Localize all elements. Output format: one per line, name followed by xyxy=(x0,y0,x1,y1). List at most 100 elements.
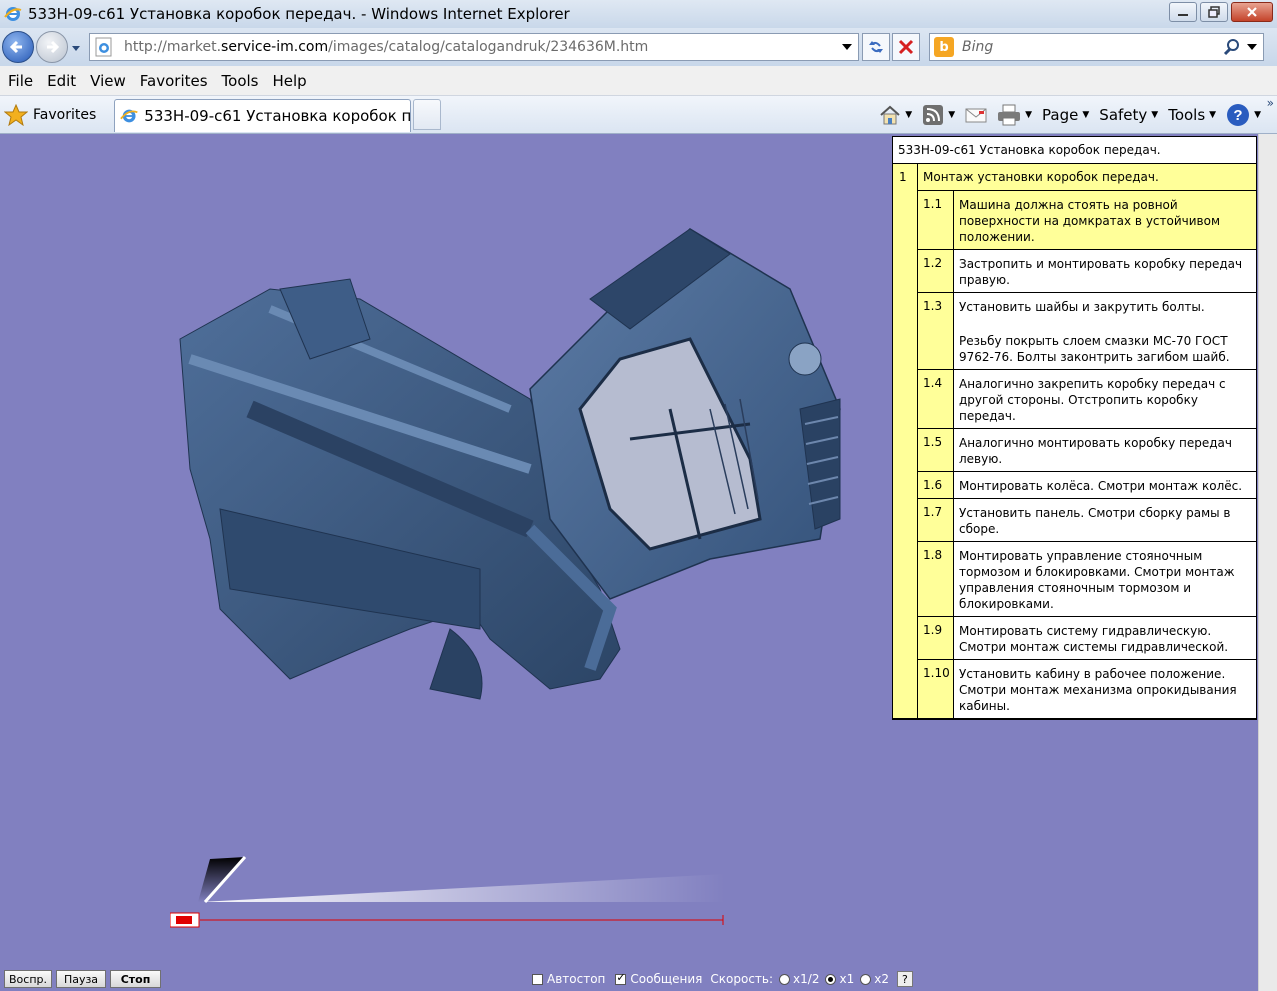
step-row[interactable]: 1.10 Установить кабину в рабочее положен… xyxy=(918,660,1256,718)
play-button[interactable]: Воспр. xyxy=(4,970,52,988)
step-row[interactable]: 1.4 Аналогично закрепить коробку передач… xyxy=(918,370,1256,429)
step-number: 1.1 xyxy=(918,191,954,249)
new-tab-button[interactable] xyxy=(413,99,441,130)
menu-bar: File Edit View Favorites Tools Help xyxy=(0,66,1277,96)
step-number: 1.4 xyxy=(918,370,954,428)
back-button[interactable] xyxy=(2,31,34,63)
help-menu-button[interactable]: ? ▼ xyxy=(1226,103,1261,127)
menu-tools[interactable]: Tools xyxy=(216,72,265,90)
speed-1-radio[interactable] xyxy=(825,973,837,985)
minimize-icon xyxy=(1178,14,1188,16)
step-text: Установить панель. Смотри сборку рамы в … xyxy=(959,506,1231,536)
speed-2-label: x2 xyxy=(874,972,889,986)
step-row[interactable]: 1.1 Машина должна стоять на ровной повер… xyxy=(918,191,1256,250)
page-menu-button[interactable]: Page ▼ xyxy=(1042,106,1089,124)
animation-timeline[interactable] xyxy=(170,854,730,934)
step-row[interactable]: 1.9 Монтировать систему гидравлическую. … xyxy=(918,617,1256,660)
ie-page-icon xyxy=(95,37,112,57)
restore-icon xyxy=(1208,6,1220,18)
step-row[interactable]: 1.6 Монтировать колёса. Смотри монтаж ко… xyxy=(918,472,1256,499)
playback-options: Автостоп Сообщения Скорость: x1/2 x1 x2 … xyxy=(532,971,913,987)
refresh-icon xyxy=(869,41,883,53)
step-text: Машина должна стоять на ровной поверхнос… xyxy=(959,198,1221,244)
search-placeholder: Bing xyxy=(962,39,994,55)
tools-menu-label: Tools xyxy=(1168,106,1206,124)
playback-controls: Воспр. Пауза Стоп Автостоп Сообщения Ско… xyxy=(0,967,1258,991)
tools-menu-button[interactable]: Tools ▼ xyxy=(1168,106,1216,124)
step-text: Установить шайбы и закрутить болты. Резь… xyxy=(954,293,1256,369)
safety-menu-label: Safety xyxy=(1099,106,1148,124)
minimize-button[interactable] xyxy=(1169,2,1197,22)
home-button[interactable]: ▼ xyxy=(879,105,912,125)
section-title[interactable]: Монтаж установки коробок передач. xyxy=(918,164,1256,191)
address-dropdown-icon[interactable] xyxy=(842,43,852,51)
favorites-button[interactable]: Favorites xyxy=(4,100,96,130)
menu-help[interactable]: Help xyxy=(267,72,313,90)
step-text-line: Установить шайбы и закрутить болты. xyxy=(959,300,1205,314)
feeds-dropdown-icon[interactable]: ▼ xyxy=(948,110,955,120)
arrow-right-icon xyxy=(47,40,60,54)
forward-button[interactable] xyxy=(36,31,68,63)
step-text: Аналогично монтировать коробку передач л… xyxy=(959,436,1232,466)
menu-file[interactable]: File xyxy=(2,72,39,90)
player-help-button[interactable]: ? xyxy=(896,971,913,987)
step-row[interactable]: 1.7 Установить панель. Смотри сборку рам… xyxy=(918,499,1256,542)
window-controls xyxy=(1166,2,1273,22)
step-number: 1.5 xyxy=(918,429,954,471)
stop-button[interactable] xyxy=(892,33,920,61)
menu-edit[interactable]: Edit xyxy=(41,72,82,90)
step-number: 1.7 xyxy=(918,499,954,541)
refresh-button[interactable] xyxy=(862,33,890,61)
search-box[interactable]: b Bing xyxy=(929,33,1264,61)
safety-menu-button[interactable]: Safety ▼ xyxy=(1099,106,1158,124)
favorites-label: Favorites xyxy=(33,107,97,123)
speed-2-radio[interactable] xyxy=(860,973,872,985)
print-dropdown-icon[interactable]: ▼ xyxy=(1025,110,1032,120)
pause-button[interactable]: Пауза xyxy=(56,970,106,988)
section-number: 1 xyxy=(899,170,907,184)
menu-view[interactable]: View xyxy=(84,72,132,90)
step-row[interactable]: 1.8 Монтировать управление стояночным то… xyxy=(918,542,1256,617)
search-dropdown-icon[interactable] xyxy=(1247,43,1257,51)
stop-playback-button[interactable]: Стоп xyxy=(110,970,161,988)
step-row[interactable]: 1.3 Установить шайбы и закрутить болты. … xyxy=(918,293,1256,370)
close-icon xyxy=(1247,7,1257,17)
step-number: 1.10 xyxy=(918,660,954,718)
print-button[interactable]: ▼ xyxy=(997,104,1032,126)
step-text: Монтировать систему гидравлическую. Смот… xyxy=(959,624,1229,654)
window-title: 533Н-09-с61 Установка коробок передач. -… xyxy=(28,5,570,23)
search-icon[interactable] xyxy=(1223,38,1241,56)
step-text: Монтировать управление стояночным тормоз… xyxy=(959,549,1235,611)
home-dropdown-icon[interactable]: ▼ xyxy=(905,110,912,120)
toolbar-overflow-icon[interactable]: » xyxy=(1267,96,1274,110)
help-icon: ? xyxy=(1227,104,1250,126)
address-bar[interactable]: http://market.service-im.com/images/cata… xyxy=(89,33,859,61)
read-mail-button[interactable] xyxy=(965,106,987,124)
feeds-button[interactable]: ▼ xyxy=(922,104,955,126)
speed-half-radio[interactable] xyxy=(779,973,791,985)
messages-label: Сообщения xyxy=(630,972,703,986)
3d-model-view[interactable] xyxy=(150,209,850,809)
arrow-left-icon xyxy=(9,40,22,54)
autostop-checkbox[interactable] xyxy=(532,973,543,985)
step-number: 1.2 xyxy=(918,250,954,292)
step-text: Монтировать колёса. Смотри монтаж колёс. xyxy=(959,479,1243,493)
tab-current-page[interactable]: 533Н-09-с61 Установка коробок пе... xyxy=(114,99,411,132)
instructions-section: 1 Монтаж установки коробок передач. 1.1 … xyxy=(893,164,1256,719)
step-number: 1.3 xyxy=(918,293,954,369)
menu-favorites[interactable]: Favorites xyxy=(134,72,214,90)
messages-checkbox[interactable] xyxy=(615,971,627,985)
viewer-viewport[interactable]: 533Н-09-с61 Установка коробок передач. 1… xyxy=(0,134,1258,991)
recent-pages-dropdown-icon[interactable] xyxy=(70,42,82,54)
instructions-title: 533Н-09-с61 Установка коробок передач. xyxy=(893,137,1256,164)
restore-button[interactable] xyxy=(1200,2,1228,22)
bing-icon: b xyxy=(934,37,954,57)
step-number: 1.8 xyxy=(918,542,954,616)
close-window-button[interactable] xyxy=(1231,2,1273,22)
vertical-scrollbar[interactable] xyxy=(1258,134,1277,991)
svg-text:?: ? xyxy=(1233,107,1242,124)
step-text: Аналогично закрепить коробку передач с д… xyxy=(959,377,1226,423)
step-row[interactable]: 1.2 Застропить и монтировать коробку пер… xyxy=(918,250,1256,293)
step-text: Установить кабину в рабочее положение. С… xyxy=(959,667,1237,713)
step-row[interactable]: 1.5 Аналогично монтировать коробку перед… xyxy=(918,429,1256,472)
